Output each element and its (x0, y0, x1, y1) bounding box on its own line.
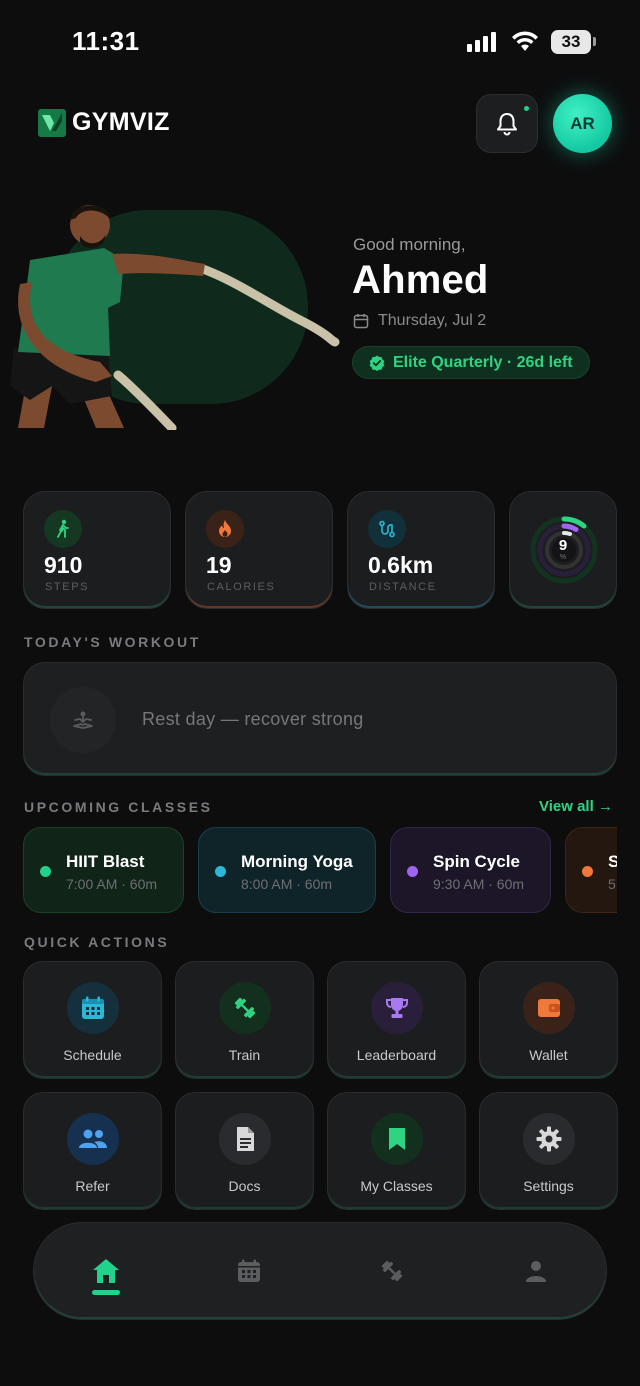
leaderboard-button[interactable]: Leaderboard (327, 961, 466, 1079)
nav-home[interactable] (86, 1251, 126, 1291)
calories-card[interactable]: 19 CALORIES (185, 491, 333, 609)
quick-actions-section-title: QUICK ACTIONS (24, 934, 170, 950)
logo-mark-icon (38, 108, 66, 137)
workout-card[interactable]: Rest day — recover strong (23, 662, 617, 776)
class-card-morning-yoga[interactable]: Morning Yoga 8:00 AM · 60m (198, 827, 376, 913)
wallet-icon (523, 982, 575, 1034)
current-date: Thursday, Jul 2 (378, 312, 487, 329)
profile-icon (526, 1261, 546, 1282)
workout-status-text: Rest day — recover strong (142, 709, 364, 729)
battery-indicator: 33 (551, 30, 591, 54)
wallet-label: Wallet (529, 1047, 568, 1063)
dumbbell-icon (381, 1260, 403, 1282)
my-classes-label: My Classes (360, 1178, 433, 1194)
meditation-icon (50, 687, 116, 753)
flame-icon (206, 510, 244, 548)
view-all-classes-link[interactable]: View all → (539, 798, 613, 815)
date-row: Thursday, Jul 2 (353, 312, 486, 330)
status-time: 11:31 (72, 26, 140, 56)
wifi-icon (512, 31, 538, 51)
refer-button[interactable]: Refer (23, 1092, 162, 1210)
settings-label: Settings (523, 1178, 574, 1194)
membership-badge[interactable]: Elite Quarterly · 26d left (352, 346, 590, 379)
schedule-label: Schedule (63, 1047, 122, 1063)
class-time: 9:30 AM · 60m (433, 876, 525, 892)
class-card-partial[interactable]: S 5 (565, 827, 617, 913)
distance-card[interactable]: 0.6km DISTANCE (347, 491, 495, 609)
steps-card[interactable]: 910 STEPS (23, 491, 171, 609)
activity-ring-card[interactable]: 9 % (509, 491, 617, 609)
docs-label: Docs (228, 1178, 261, 1194)
gear-icon (523, 1113, 575, 1165)
nav-calendar[interactable] (229, 1251, 269, 1291)
verified-check-icon (369, 355, 385, 371)
dumbbell-icon (219, 982, 271, 1034)
train-button[interactable]: Train (175, 961, 314, 1079)
athlete-illustration (10, 205, 340, 430)
home-icon (93, 1259, 119, 1283)
class-name: Spin Cycle (433, 852, 520, 871)
steps-label: STEPS (45, 581, 90, 593)
avatar[interactable]: AR (553, 94, 612, 153)
distance-value: 0.6km (368, 552, 434, 578)
brand-name: GYMVIZ (72, 108, 170, 136)
calories-label: CALORIES (207, 581, 276, 593)
status-bar: 11:31 33 (0, 0, 640, 88)
calories-value: 19 (206, 552, 232, 578)
class-card-spin-cycle[interactable]: Spin Cycle 9:30 AM · 60m (390, 827, 551, 913)
battery-tip (593, 37, 596, 46)
activity-ring-unit: % (559, 554, 567, 561)
membership-text: Elite Quarterly · 26d left (393, 353, 573, 371)
settings-button[interactable]: Settings (479, 1092, 618, 1210)
steps-value: 910 (44, 552, 83, 578)
class-color-dot (407, 866, 418, 877)
walk-icon (44, 510, 82, 548)
schedule-button[interactable]: Schedule (23, 961, 162, 1079)
nav-active-indicator (92, 1290, 120, 1295)
class-color-dot (40, 866, 51, 877)
people-icon (67, 1113, 119, 1165)
class-name: S (608, 852, 617, 872)
my-classes-button[interactable]: My Classes (327, 1092, 466, 1210)
class-card-hiit-blast[interactable]: HIIT Blast 7:00 AM · 60m (23, 827, 184, 913)
class-color-dot (215, 866, 226, 877)
workout-section-title: TODAY'S WORKOUT (24, 634, 201, 650)
trophy-icon (371, 982, 423, 1034)
leaderboard-label: Leaderboard (356, 1047, 437, 1063)
distance-label: DISTANCE (369, 581, 437, 593)
docs-button[interactable]: Docs (175, 1092, 314, 1210)
calendar-icon (67, 982, 119, 1034)
bookmark-icon (371, 1113, 423, 1165)
notification-badge (522, 104, 531, 113)
greeting-text: Good morning, (353, 235, 466, 254)
nav-profile[interactable] (516, 1251, 556, 1291)
document-icon (219, 1113, 271, 1165)
class-time: 5 (608, 876, 616, 892)
signal-icon (467, 32, 496, 52)
calendar-icon (353, 314, 369, 329)
class-name: HIIT Blast (66, 852, 145, 871)
class-name: Morning Yoga (241, 852, 353, 871)
class-time: 7:00 AM · 60m (66, 876, 158, 892)
brand-logo: GYMVIZ (38, 108, 170, 137)
hero-section (0, 190, 640, 440)
wallet-button[interactable]: Wallet (479, 961, 618, 1079)
bottom-navigation (33, 1222, 607, 1320)
activity-ring-value: 9 (558, 537, 568, 554)
class-time: 8:00 AM · 60m (241, 876, 333, 892)
refer-label: Refer (75, 1178, 110, 1194)
bell-icon (497, 112, 517, 135)
train-label: Train (228, 1047, 261, 1063)
notifications-button[interactable] (476, 94, 538, 153)
nav-train[interactable] (372, 1251, 412, 1291)
user-name: Ahmed (352, 258, 489, 302)
class-color-dot (582, 866, 593, 877)
calendar-icon (238, 1259, 260, 1282)
classes-section-title: UPCOMING CLASSES (24, 799, 213, 815)
route-icon (368, 510, 406, 548)
